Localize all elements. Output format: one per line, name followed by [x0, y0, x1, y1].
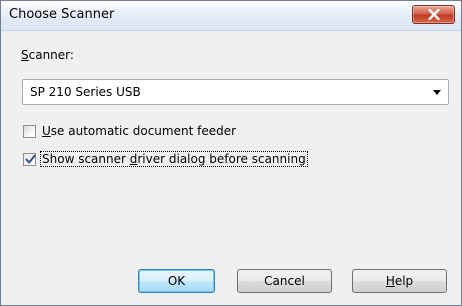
driver-dialog-checkbox[interactable] — [23, 153, 36, 166]
close-button[interactable] — [412, 5, 455, 24]
help-button-rest: elp — [394, 274, 414, 288]
scanner-label-rest: canner: — [28, 48, 74, 62]
adf-label[interactable]: Use automatic document feeder — [42, 124, 236, 138]
adf-checkbox[interactable] — [23, 125, 36, 138]
dialog-title: Choose Scanner — [9, 7, 115, 22]
choose-scanner-dialog: Choose Scanner Scanner: SP 210 Series US… — [0, 0, 462, 306]
chevron-down-icon — [433, 90, 441, 95]
scanner-select-value: SP 210 Series USB — [30, 85, 141, 99]
cancel-button[interactable]: Cancel — [237, 269, 332, 293]
driver-dialog-label[interactable]: Show scanner driver dialog before scanni… — [40, 151, 308, 167]
scanner-label-accel: S — [21, 48, 29, 62]
scanner-label: Scanner: — [21, 48, 74, 62]
adf-label-accel: U — [42, 124, 51, 138]
help-button[interactable]: Help — [352, 269, 447, 293]
title-bar[interactable]: Choose Scanner — [1, 1, 461, 31]
close-icon — [428, 9, 440, 20]
driver-dialog-label-pre: Show scanner — [42, 152, 130, 166]
scanner-select[interactable]: SP 210 Series USB — [22, 79, 449, 105]
driver-dialog-label-rest: river dialog before scanning — [137, 152, 306, 166]
ok-button[interactable]: OK — [138, 269, 215, 293]
driver-dialog-label-focus: Show scanner driver dialog before scanni… — [40, 151, 308, 167]
checkmark-icon — [25, 154, 36, 164]
help-button-accel: H — [385, 274, 395, 288]
adf-label-rest: se automatic document feeder — [50, 124, 237, 138]
